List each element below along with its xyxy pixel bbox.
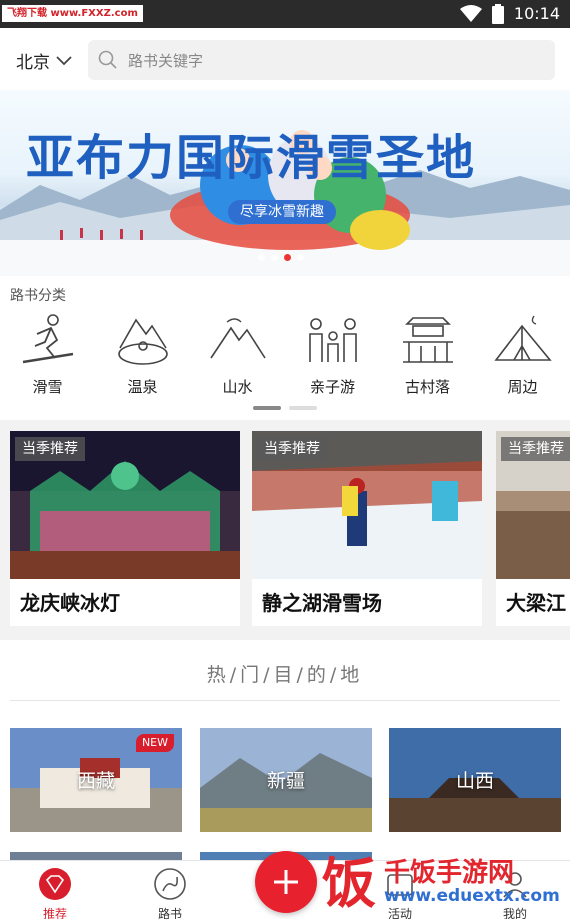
clock: 10:14 — [513, 4, 560, 23]
watermark-logo: 饭 — [322, 852, 376, 914]
category-label: 周边 — [507, 378, 538, 396]
nav-item-recommend[interactable]: 推荐 — [15, 867, 95, 919]
status-icons: 10:14 — [459, 4, 560, 24]
banner-pagination — [258, 254, 304, 261]
nav-label: 路书 — [157, 907, 182, 919]
category-label: 古村落 — [404, 378, 450, 396]
destination-name: 西藏 — [76, 770, 115, 792]
destination-card[interactable]: 新疆 — [200, 728, 372, 832]
season-card[interactable]: 当季推荐 龙庆峡冰灯 — [10, 431, 240, 626]
pager-indicator-active — [253, 406, 281, 410]
add-button[interactable] — [255, 851, 317, 913]
search-input[interactable]: 路书关键字 — [88, 40, 555, 80]
category-item-landscape[interactable]: 山水 — [190, 312, 285, 397]
wifi-icon — [459, 5, 482, 22]
nav-item-roadbook[interactable]: 路书 — [130, 867, 210, 919]
battery-icon — [491, 4, 504, 24]
destination-name: 新疆 — [266, 770, 305, 792]
app-header: 北京 路书关键字 — [0, 28, 570, 90]
pager-indicator — [289, 406, 317, 410]
divider — [10, 700, 560, 701]
watermark-url: www.eduextx.com — [384, 886, 560, 906]
category-item-family[interactable]: 亲子游 — [285, 312, 380, 397]
search-icon — [98, 50, 117, 69]
category-label: 山水 — [222, 378, 253, 396]
watermark-text: 千饭手游网 — [384, 858, 515, 888]
pagination-dot — [297, 254, 304, 261]
city-label: 北京 — [16, 53, 50, 73]
promo-banner[interactable]: 亚布力国际滑雪圣地 尽享冰雪新趣 — [0, 90, 570, 276]
category-item-nearby[interactable]: 周边 — [475, 312, 570, 397]
watermark-overlay: 饭 千饭手游网 www.eduextx.com — [318, 848, 568, 916]
destination-card[interactable]: 西藏 NEW — [10, 728, 182, 832]
plus-icon — [274, 870, 298, 894]
city-selector[interactable]: 北京 — [16, 48, 72, 73]
family-icon — [308, 318, 357, 362]
category-label: 亲子游 — [309, 378, 355, 396]
season-recommendations: 当季推荐 龙庆峡冰灯 当季推荐 静之湖滑雪场 当季推荐 大梁江 — [0, 420, 570, 640]
section-title: 路书分类 — [10, 288, 66, 304]
category-item-hot-spring[interactable]: 温泉 — [95, 312, 190, 397]
mountain-icon — [209, 318, 266, 359]
category-list: 滑雪 温泉 山水 亲子游 古村落 周边 — [0, 312, 570, 397]
nav-label: 推荐 — [42, 907, 67, 919]
new-badge: NEW — [135, 734, 174, 752]
category-label: 温泉 — [127, 378, 158, 396]
pagination-dot — [271, 254, 278, 261]
card-tag: 当季推荐 — [15, 437, 85, 461]
destination-card[interactable]: 山西 — [389, 728, 561, 832]
card-tag: 当季推荐 — [501, 437, 570, 461]
watermark-label: 飞翔下载 www.FXXZ.com — [2, 5, 143, 22]
card-image: 当季推荐 — [10, 431, 240, 579]
category-label: 滑雪 — [32, 378, 63, 396]
banner-title: 亚布力国际滑雪圣地 — [26, 130, 477, 186]
pagination-dot — [258, 254, 265, 261]
season-card[interactable]: 当季推荐 大梁江 — [496, 431, 570, 626]
pagination-dot-active — [284, 254, 291, 261]
card-image: 当季推荐 — [252, 431, 482, 579]
svg-text:饭: 饭 — [322, 852, 376, 914]
card-title: 大梁江 — [506, 591, 566, 615]
card-image: 当季推荐 — [496, 431, 570, 579]
tent-icon — [493, 315, 552, 361]
route-icon — [154, 868, 186, 900]
destination-name: 山西 — [455, 770, 494, 792]
section-title: 热/门/目/的/地 — [206, 664, 364, 686]
diamond-icon — [39, 868, 71, 900]
hot-destinations: 热/门/目/的/地 西藏 NEW 新疆 山西 — [0, 640, 570, 862]
season-card[interactable]: 当季推荐 静之湖滑雪场 — [252, 431, 482, 626]
search-placeholder: 路书关键字 — [128, 51, 204, 70]
category-item-skiing[interactable]: 滑雪 — [0, 312, 95, 397]
card-tag: 当季推荐 — [257, 437, 327, 461]
card-title: 龙庆峡冰灯 — [20, 591, 120, 615]
skier-icon — [22, 314, 73, 364]
card-title: 静之湖滑雪场 — [262, 591, 382, 615]
hot-spring-icon — [117, 318, 168, 365]
category-item-village[interactable]: 古村落 — [380, 312, 475, 397]
ancient-village-icon — [402, 317, 453, 363]
category-pager — [253, 406, 317, 410]
category-section: 路书分类 滑雪 温泉 山水 亲子游 古村落 周边 — [0, 276, 570, 420]
chevron-down-icon — [56, 55, 72, 65]
status-bar: 飞翔下载 www.FXXZ.com 10:14 — [0, 0, 570, 28]
banner-subtitle: 尽享冰雪新趣 — [228, 200, 336, 224]
